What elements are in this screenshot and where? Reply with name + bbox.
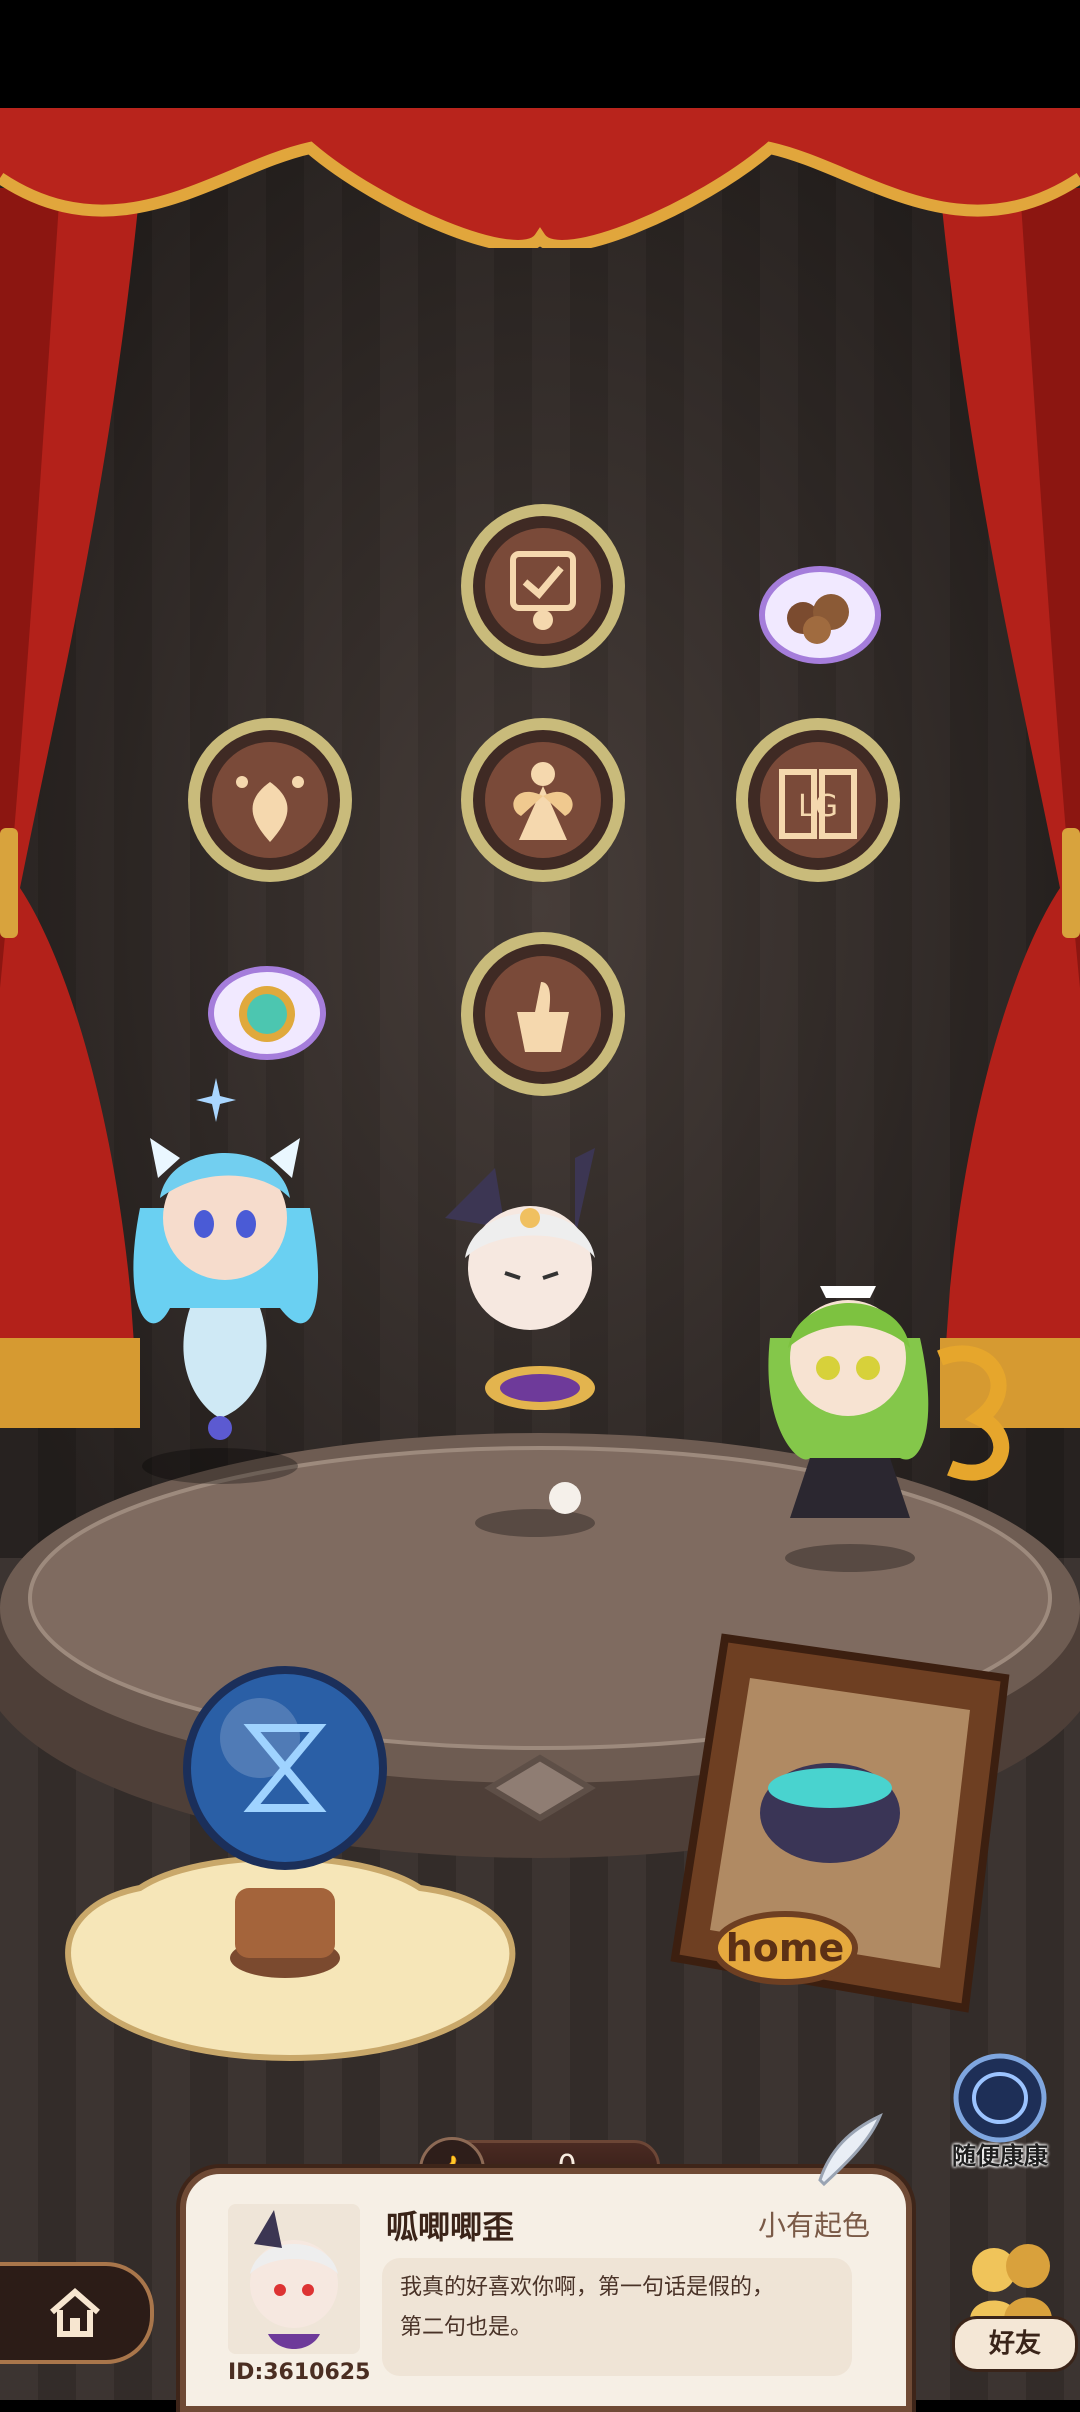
friends-label: 好友: [952, 2316, 1078, 2372]
svg-text:LG: LG: [798, 789, 838, 824]
player-avatar[interactable]: [228, 2204, 360, 2354]
stage-scene: LG home: [0, 108, 1080, 2400]
thumb-cup-badge[interactable]: [455, 926, 631, 1102]
quote-line-1: 我真的好喜欢你啊，第一句话是假的，: [400, 2275, 775, 2300]
hourglass-orb[interactable]: [30, 1628, 550, 2088]
flower-badge[interactable]: [182, 712, 358, 888]
edit-quill-icon[interactable]: [810, 2110, 890, 2190]
player-card: ID:3610625 呱唧唧歪 小有起色 我真的好喜欢你啊，第一句话是假的， 第…: [180, 2168, 912, 2412]
certificate-badge[interactable]: [455, 498, 631, 674]
friends-button[interactable]: 好友: [932, 2220, 1080, 2372]
player-id: ID:3610625: [228, 2360, 371, 2385]
quote-line-2: 第二句也是。: [400, 2315, 533, 2340]
frame-label: home: [726, 1926, 845, 1970]
fairy-badge[interactable]: [455, 712, 631, 888]
player-title: 小有起色: [757, 2209, 870, 2242]
bunny-girl-character[interactable]: [425, 1148, 645, 1548]
cat-girl-character[interactable]: [110, 1108, 340, 1488]
curtain-valance: [0, 108, 1080, 248]
home-picture-frame[interactable]: home: [655, 1618, 1015, 2048]
random-visit-label: 随便康康: [952, 2142, 1048, 2170]
home-icon: [50, 2288, 100, 2337]
cookies-thought-bubble[interactable]: [755, 560, 885, 670]
friends-icon: [970, 2244, 1052, 2320]
pocket-watch-thought-bubble[interactable]: [205, 958, 330, 1068]
random-visit-button[interactable]: 随便康康: [945, 2052, 1055, 2172]
player-quote: 我真的好喜欢你啊，第一句话是假的， 第二句也是。: [382, 2258, 852, 2376]
player-name: 呱唧唧歪: [386, 2208, 515, 2246]
portal-icon: [953, 2053, 1047, 2143]
maid-girl-character[interactable]: [740, 1268, 1030, 1598]
home-button[interactable]: [0, 2262, 154, 2364]
book-badge[interactable]: LG: [730, 712, 906, 888]
